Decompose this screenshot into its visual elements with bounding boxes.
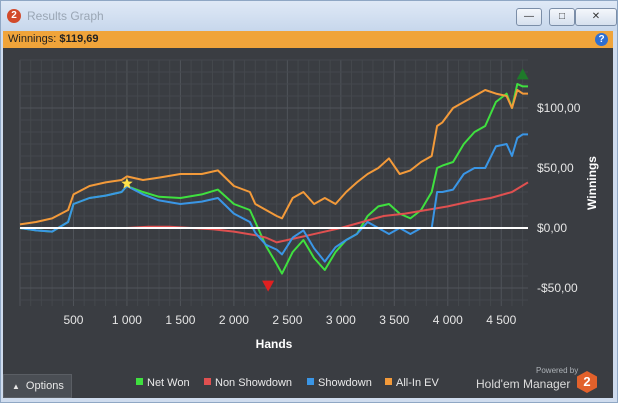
legend-showdown[interactable]: Showdown xyxy=(307,376,372,390)
winnings-label: Winnings: xyxy=(8,33,57,45)
y-tick-label: -$50,00 xyxy=(537,281,578,295)
y-tick-label: $0,00 xyxy=(537,221,567,235)
y-tick-label: $50,00 xyxy=(537,161,574,175)
x-tick-label: 2 500 xyxy=(272,313,302,327)
plot-background xyxy=(20,60,528,306)
close-icon: ✕ xyxy=(591,11,601,22)
x-tick-label: 3 000 xyxy=(326,313,356,327)
x-tick-label: 1 000 xyxy=(112,313,142,327)
x-tick-label: 500 xyxy=(63,313,83,327)
title-bar[interactable]: 2 Results Graph — □ ✕ xyxy=(1,1,617,31)
maximize-icon: □ xyxy=(558,11,566,22)
legend-label: Non Showdown xyxy=(215,377,293,389)
legend-swatch xyxy=(136,378,143,385)
hm2-logo-icon: 2 xyxy=(7,9,21,23)
y-axis-title: Winnings xyxy=(585,156,599,210)
x-axis-title: Hands xyxy=(256,337,293,351)
options-label: Options xyxy=(25,380,64,392)
results-chart: 500 1 000 1 500 2 000 2 500 3 000 3 500 4 000 4 … xyxy=(19,59,599,351)
legend-swatch xyxy=(307,378,314,385)
legend-all-in-ev[interactable]: All-In EV xyxy=(385,376,439,390)
powered-by-label: Powered by xyxy=(536,366,579,375)
help-icon[interactable]: ? xyxy=(595,33,608,46)
maximize-button[interactable]: □ xyxy=(549,8,575,26)
x-tick-label: 4 000 xyxy=(433,313,463,327)
winnings-summary: Winnings: $119,69 xyxy=(8,33,99,45)
winnings-value: $119,69 xyxy=(59,33,99,45)
options-button[interactable]: ▲ Options xyxy=(3,374,72,398)
legend-swatch xyxy=(204,378,211,385)
legend-label: All-In EV xyxy=(396,377,439,389)
window-title: Results Graph xyxy=(27,9,104,23)
caret-up-icon: ▲ xyxy=(12,382,20,391)
legend-swatch xyxy=(385,378,392,385)
chart-area: 500 1 000 1 500 2 000 2 500 3 000 3 500 4 000 4 … xyxy=(3,48,613,398)
brand-name: Hold'em Manager xyxy=(476,377,571,391)
close-button[interactable]: ✕ xyxy=(575,8,617,26)
winnings-bar: Winnings: $119,69 ? xyxy=(3,31,613,48)
y-tick-label: $100,00 xyxy=(537,101,581,115)
legend-label: Showdown xyxy=(318,377,372,389)
minimize-button[interactable]: — xyxy=(516,8,542,26)
legend-net-won[interactable]: Net Won xyxy=(136,376,190,390)
legend-label: Net Won xyxy=(147,377,190,389)
x-tick-label: 1 500 xyxy=(165,313,195,327)
minimize-icon: — xyxy=(524,11,534,22)
x-tick-label: 3 500 xyxy=(379,313,409,327)
x-tick-label: 2 000 xyxy=(219,313,249,327)
legend-non-showdown[interactable]: Non Showdown xyxy=(204,376,292,390)
x-tick-label: 4 500 xyxy=(486,313,516,327)
